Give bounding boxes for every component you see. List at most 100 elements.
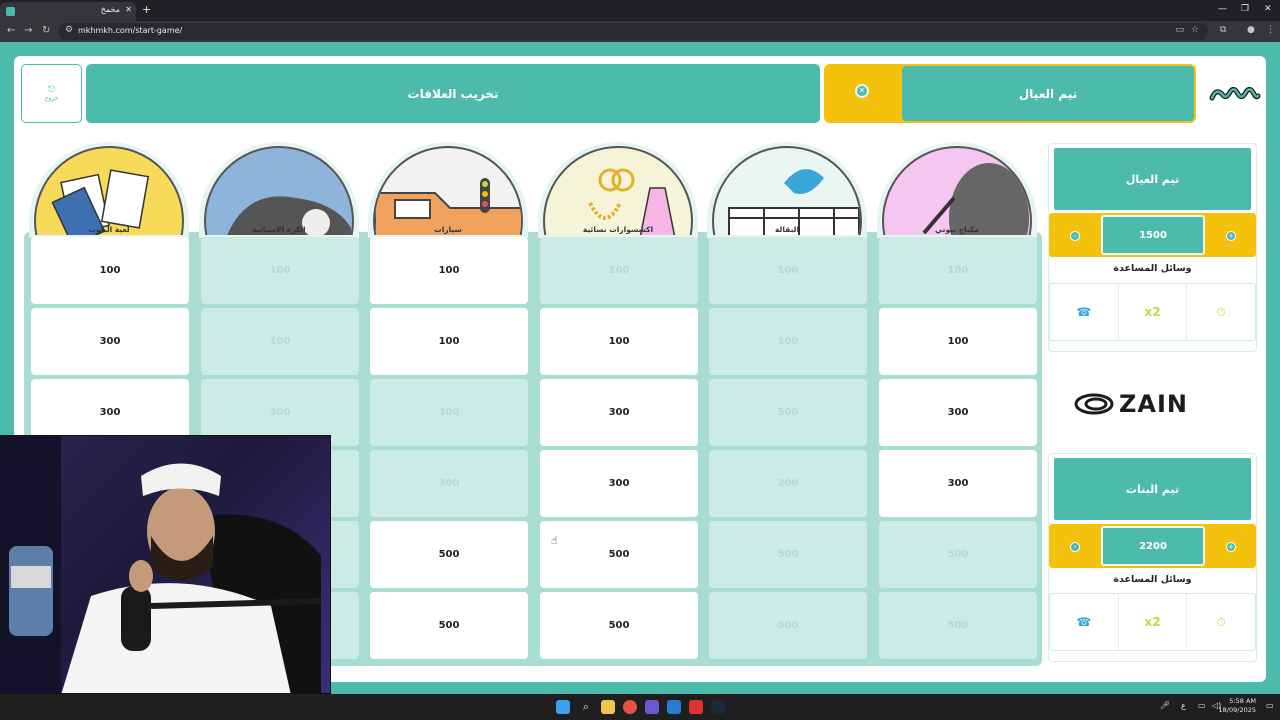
mic-icon[interactable]: 🎤︎	[1160, 701, 1170, 710]
category-label: الكرة الاسبانية	[252, 225, 306, 234]
time: 5:58 AM	[1229, 697, 1256, 705]
category-label: مكياج بيوتي	[935, 225, 979, 234]
mkhmkh-logo	[1209, 86, 1261, 101]
question-cell: 500	[709, 592, 867, 659]
question-cell[interactable]: 300	[540, 450, 698, 517]
question-cell: 100	[201, 237, 359, 304]
mouse-cursor: ☝	[551, 534, 558, 547]
help-tools-title: وسائل المساعدة	[1113, 574, 1192, 585]
call-friend-icon[interactable]: ☎	[1050, 594, 1118, 650]
date: 18/09/2025	[1218, 706, 1256, 714]
exit-label: خروج	[44, 95, 59, 102]
streamer-webcam-overlay	[0, 435, 331, 694]
question-cell[interactable]: 300	[31, 308, 189, 375]
new-tab-button[interactable]: +	[142, 3, 151, 16]
back-icon[interactable]: ←	[7, 25, 15, 36]
exit-button[interactable]: ⎋ خروج	[21, 64, 82, 123]
question-cell[interactable]: 500	[370, 521, 528, 588]
extensions-icon[interactable]: ⧉	[1220, 25, 1226, 35]
notifications-icon[interactable]: ▭	[1266, 701, 1274, 710]
question-cell: 100	[709, 308, 867, 375]
outlook-icon[interactable]	[667, 700, 681, 714]
team-score: 1500	[1101, 215, 1205, 255]
score-increase-button[interactable]: +	[1226, 542, 1236, 552]
question-cell[interactable]: 100	[370, 308, 528, 375]
question-cell[interactable]: 100	[370, 237, 528, 304]
question-cell: 100	[879, 237, 1037, 304]
question-cell[interactable]: 500	[370, 592, 528, 659]
question-cell: 300	[370, 450, 528, 517]
category-label: لعبة البلوت	[88, 225, 130, 234]
category-title: تخريب العلاقات	[86, 64, 820, 123]
question-cell: 100	[201, 308, 359, 375]
exit-icon: ⎋	[47, 85, 56, 95]
category-label: سيارات	[434, 225, 462, 234]
question-cell: 300	[370, 379, 528, 446]
forward-icon[interactable]: →	[24, 25, 32, 36]
address-bar[interactable]: ⚙ mkhmkh.com/start-game/ ▭ ☆	[58, 23, 1208, 40]
close-window-icon[interactable]: ✕	[1264, 4, 1272, 14]
chrome-icon[interactable]	[623, 700, 637, 714]
menu-icon[interactable]: ⋮	[1266, 25, 1275, 35]
question-cell[interactable]: 100	[879, 308, 1037, 375]
sponsor-name: ZAIN	[1119, 390, 1188, 418]
zain-swirl-icon	[1074, 393, 1114, 415]
question-cell[interactable]: 100	[31, 237, 189, 304]
question-cell[interactable]: 500	[540, 521, 698, 588]
bookmark-star-icon[interactable]: ☆	[1191, 25, 1199, 35]
steam-icon[interactable]	[711, 700, 725, 714]
help-tools: ☎ x2 ⏱	[1049, 283, 1256, 341]
url-text: mkhmkh.com/start-game/	[78, 26, 183, 35]
help-tools-title: وسائل المساعدة	[1113, 263, 1192, 274]
file-explorer-icon[interactable]	[601, 700, 615, 714]
question-cell: 500	[709, 521, 867, 588]
call-friend-icon[interactable]: ☎	[1050, 284, 1118, 340]
network-icon[interactable]: ▭	[1198, 701, 1206, 710]
windows-taskbar: ⌕ 🎤︎ ع ▭ ◁) 5:58 AM 18/09/2025 ▭	[0, 694, 1280, 720]
clock[interactable]: 5:58 AM 18/09/2025	[1219, 697, 1256, 715]
site-info-icon[interactable]: ⚙	[65, 25, 73, 35]
double-points-icon[interactable]: x2	[1117, 284, 1187, 340]
start-icon[interactable]	[556, 700, 570, 714]
tab-favicon	[6, 7, 15, 16]
team-name: تيم العيال	[1054, 148, 1251, 210]
question-cell[interactable]: 100	[540, 308, 698, 375]
language-indicator[interactable]: ع	[1181, 701, 1186, 710]
browser-toolbar: ← → ↻ ⚙ mkhmkh.com/start-game/ ▭ ☆ ⧉ ● ⋮	[0, 21, 1280, 42]
double-points-icon[interactable]: x2	[1117, 594, 1187, 650]
question-cell: 200	[709, 450, 867, 517]
tab-close-icon[interactable]: ✕	[125, 5, 132, 14]
tab-title: مخمخ	[100, 5, 120, 14]
team-name: تيم البنات	[1054, 458, 1251, 520]
question-cell[interactable]: 300	[879, 450, 1037, 517]
score-decrease-button[interactable]: -	[1070, 542, 1080, 552]
teams-icon[interactable]	[645, 700, 659, 714]
question-cell[interactable]: 500	[540, 592, 698, 659]
turn-indicator-icon: ✕	[855, 84, 869, 98]
search-icon[interactable]: ⌕	[579, 700, 593, 714]
reload-icon[interactable]: ↻	[42, 25, 50, 36]
browser-tab[interactable]: مخمخ ✕	[0, 2, 136, 21]
app-icon[interactable]	[689, 700, 703, 714]
timer-icon[interactable]: ⏱	[1186, 594, 1255, 650]
question-cell[interactable]: 300	[879, 379, 1037, 446]
question-cell[interactable]: 300	[540, 379, 698, 446]
browser-tab-strip: مخمخ ✕ + — ❐ ✕	[0, 0, 1280, 21]
timer-icon[interactable]: ⏱	[1186, 284, 1255, 340]
category-label: البقالة	[774, 225, 800, 234]
category-label: اكسسوارات نسائية	[582, 225, 654, 234]
question-cell: 500	[879, 592, 1037, 659]
current-team-name: تيم العيال	[902, 66, 1194, 121]
question-cell: 100	[709, 237, 867, 304]
team-score: 2200	[1101, 526, 1205, 566]
cast-icon[interactable]: ▭	[1175, 25, 1184, 35]
question-cell: 500	[879, 521, 1037, 588]
restore-icon[interactable]: ❐	[1241, 4, 1249, 14]
question-cell: 100	[540, 237, 698, 304]
score-decrease-button[interactable]: -	[1070, 231, 1080, 241]
score-increase-button[interactable]: +	[1226, 231, 1236, 241]
zain-sponsor-logo: ZAIN	[1074, 389, 1234, 419]
question-cell: 500	[709, 379, 867, 446]
profile-icon[interactable]: ●	[1247, 25, 1255, 35]
minimize-icon[interactable]: —	[1218, 4, 1227, 14]
